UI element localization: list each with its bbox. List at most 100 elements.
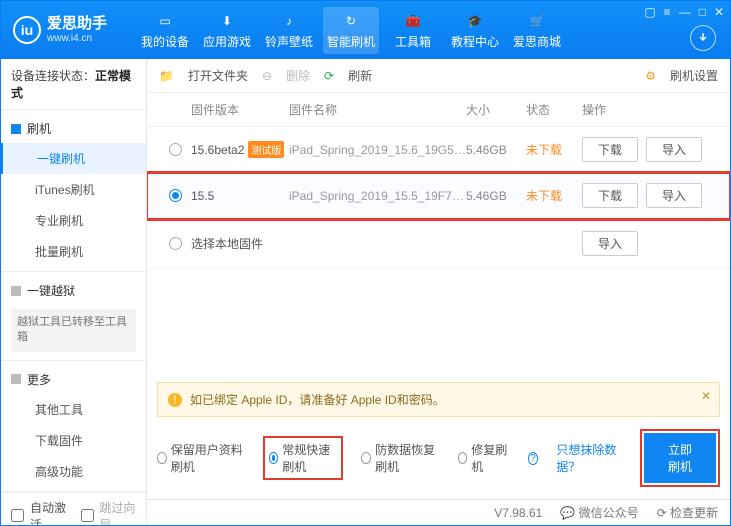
group-icon xyxy=(11,374,21,384)
skip-guide-checkbox[interactable] xyxy=(81,509,94,522)
help-icon[interactable]: ? xyxy=(528,452,539,465)
flash-option-label: 修复刷机 xyxy=(471,441,507,475)
flash-option-修复刷机[interactable]: 修复刷机 xyxy=(458,441,508,475)
window-button[interactable]: — xyxy=(679,5,691,19)
nav-教程中心[interactable]: 🎓 教程中心 xyxy=(447,7,503,54)
sidebar-item-一键刷机[interactable]: 一键刷机 xyxy=(1,143,146,174)
nav-智能刷机[interactable]: ↻智能刷机 xyxy=(323,7,379,54)
flash-option-label: 保留用户资料刷机 xyxy=(171,441,245,475)
row-radio[interactable] xyxy=(159,237,191,250)
nav-icon: 🛒 xyxy=(527,11,547,31)
col-version: 固件版本 xyxy=(191,101,289,118)
nav-icon: ♪ xyxy=(279,11,299,31)
skip-guide-label: 跳过向导 xyxy=(100,499,137,526)
delete-icon: ⊖ xyxy=(262,69,272,83)
window-controls: ▢ ≡ — □ ✕ xyxy=(644,5,724,19)
sidebar-item-其他工具[interactable]: 其他工具 xyxy=(1,394,146,425)
group-icon xyxy=(11,124,21,134)
row-filename: iPad_Spring_2019_15.6_19G5037d_Restore.i… xyxy=(289,143,466,157)
nav-icon: 🧰 xyxy=(403,11,423,31)
device-status: 设备连接状态：正常模式 xyxy=(1,59,146,110)
nav-我的设备[interactable]: ▭我的设备 xyxy=(137,7,193,54)
title-bar: iu 爱思助手www.i4.cn ▭我的设备⬇应用游戏 ♪ 铃声壁纸 ↻智能刷机🧰工具… xyxy=(1,1,730,59)
window-button[interactable]: □ xyxy=(699,5,706,19)
download-manager-icon[interactable] xyxy=(690,25,716,51)
firmware-row[interactable]: 15.6beta2测试版iPad_Spring_2019_15.6_19G503… xyxy=(147,127,730,173)
col-ops: 操作 xyxy=(582,101,718,118)
row-status: 未下载 xyxy=(526,141,582,158)
flash-option-label: 常规快速刷机 xyxy=(282,441,337,475)
version-label: V7.98.61 xyxy=(494,506,542,520)
window-button[interactable]: ✕ xyxy=(714,5,724,19)
sidebar-item-专业刷机[interactable]: 专业刷机 xyxy=(1,205,146,236)
wechat-label: 微信公众号 xyxy=(579,506,639,520)
sidebar-group-更多[interactable]: 更多 xyxy=(1,365,146,394)
flash-option-保留用户资料刷机[interactable]: 保留用户资料刷机 xyxy=(157,441,245,475)
nav-icon: 🎓 xyxy=(465,11,485,31)
table-header: 固件版本 固件名称 大小 状态 操作 xyxy=(147,93,730,127)
import-button[interactable]: 导入 xyxy=(582,231,638,256)
status-label: 设备连接状态： xyxy=(11,69,95,83)
sidebar-group-刷机[interactable]: 刷机 xyxy=(1,114,146,143)
group-head: 更多 xyxy=(27,371,51,388)
window-button[interactable]: ≡ xyxy=(664,5,671,19)
nav-应用游戏[interactable]: ⬇应用游戏 xyxy=(199,7,255,54)
toolbar: 📁 打开文件夹 ⊖ 删除 ⟳ 刷新 ⚙ 刷机设置 xyxy=(147,59,730,93)
import-button[interactable]: 导入 xyxy=(646,183,702,208)
close-icon[interactable]: ✕ xyxy=(701,389,711,403)
download-button[interactable]: 下载 xyxy=(582,137,638,162)
nav-label: 教程中心 xyxy=(451,33,499,50)
download-button[interactable]: 下载 xyxy=(582,183,638,208)
row-radio[interactable] xyxy=(159,189,191,202)
firmware-row[interactable]: 15.5iPad_Spring_2019_15.5_19F77_Restore.… xyxy=(147,173,730,219)
flash-settings-button[interactable]: 刷机设置 xyxy=(670,67,718,84)
auto-activate-label: 自动激活 xyxy=(30,499,67,526)
erase-only-link[interactable]: 只想抹除数据？ xyxy=(556,441,622,475)
row-size: 5.46GB xyxy=(466,189,526,203)
sidebar-group-一键越狱[interactable]: 一键越狱 xyxy=(1,276,146,305)
wechat-icon[interactable]: 💬 微信公众号 xyxy=(560,504,638,521)
nav-爱思商城[interactable]: 🛒 爱思商城 xyxy=(509,7,565,54)
logo-icon: iu xyxy=(13,16,41,44)
update-icon[interactable]: ⟳ 检查更新 xyxy=(657,504,718,521)
folder-icon: 📁 xyxy=(159,69,174,83)
row-status: 未下载 xyxy=(526,187,582,204)
flash-now-button[interactable]: 立即刷机 xyxy=(644,433,716,483)
nav-label: 智能刷机 xyxy=(327,33,375,50)
sidebar-item-iTunes刷机[interactable]: iTunes刷机 xyxy=(1,174,146,205)
sidebar-item-批量刷机[interactable]: 批量刷机 xyxy=(1,236,146,267)
row-radio[interactable] xyxy=(159,143,191,156)
app-name: 爱思助手 xyxy=(47,16,107,33)
sidebar-item-下载固件[interactable]: 下载固件 xyxy=(1,425,146,456)
flash-option-防数据恢复刷机[interactable]: 防数据恢复刷机 xyxy=(361,441,439,475)
flash-option-常规快速刷机[interactable]: 常规快速刷机 xyxy=(269,441,338,475)
gear-icon: ⚙ xyxy=(645,69,656,83)
app-url: www.i4.cn xyxy=(47,33,107,44)
delete-button[interactable]: 删除 xyxy=(286,67,310,84)
local-firmware-row[interactable]: 选择本地固件导入 xyxy=(147,219,730,269)
nav-铃声壁纸[interactable]: ♪ 铃声壁纸 xyxy=(261,7,317,54)
open-folder-button[interactable]: 打开文件夹 xyxy=(188,67,248,84)
row-size: 5.46GB xyxy=(466,143,526,157)
appleid-alert: ! 如已绑定 Apple ID，请准备好 Apple ID和密码。 ✕ xyxy=(157,382,720,417)
nav-工具箱[interactable]: 🧰工具箱 xyxy=(385,7,441,54)
sidebar: 设备连接状态：正常模式 刷机一键刷机iTunes刷机专业刷机批量刷机一键越狱越狱… xyxy=(1,59,147,525)
import-button[interactable]: 导入 xyxy=(646,137,702,162)
row-version: 15.5 xyxy=(191,189,289,203)
col-status: 状态 xyxy=(526,101,582,118)
status-bar: V7.98.61 💬 微信公众号 ⟳ 检查更新 xyxy=(147,499,730,525)
flash-options: 保留用户资料刷机 常规快速刷机 防数据恢复刷机修复刷机? 只想抹除数据？ 立即刷机 xyxy=(147,417,730,499)
window-button[interactable]: ▢ xyxy=(644,5,655,19)
sidebar-item-高级功能[interactable]: 高级功能 xyxy=(1,456,146,487)
update-label: 检查更新 xyxy=(670,506,718,520)
group-head: 刷机 xyxy=(27,120,51,137)
flash-option-label: 防数据恢复刷机 xyxy=(375,441,440,475)
col-name: 固件名称 xyxy=(289,101,466,118)
auto-activate-checkbox[interactable] xyxy=(11,509,24,522)
nav-icon: ▭ xyxy=(155,11,175,31)
info-icon: ! xyxy=(168,393,182,407)
alert-text: 如已绑定 Apple ID，请准备好 Apple ID和密码。 xyxy=(190,391,445,408)
refresh-button[interactable]: 刷新 xyxy=(348,67,372,84)
nav-label: 爱思商城 xyxy=(513,33,561,50)
nav-label: 铃声壁纸 xyxy=(265,33,313,50)
